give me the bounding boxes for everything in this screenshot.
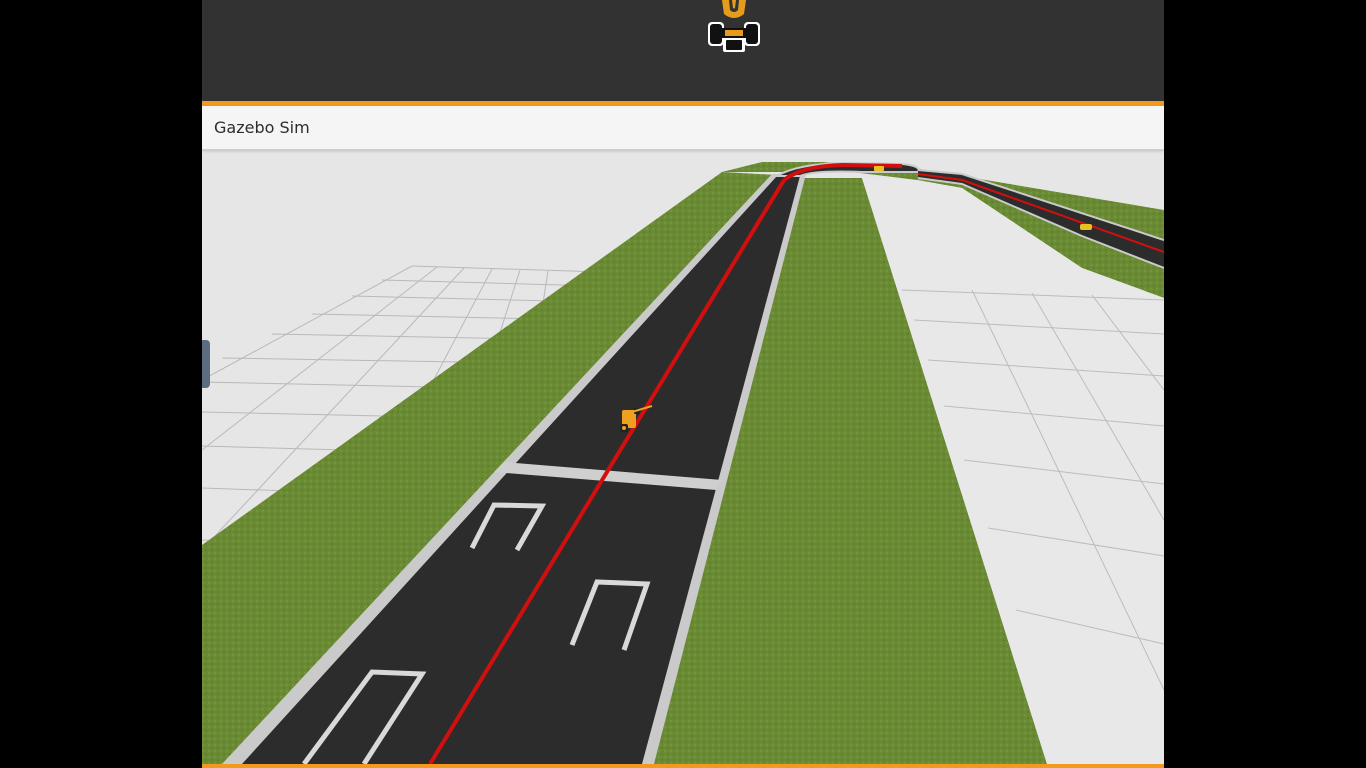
top-header <box>202 0 1164 101</box>
3d-scene-viewport[interactable] <box>202 150 1164 764</box>
window-title: Gazebo Sim <box>214 118 310 137</box>
gazebo-app-window: Gazebo Sim <box>202 0 1164 768</box>
side-panel-handle[interactable] <box>202 340 210 388</box>
scene-canvas[interactable] <box>202 150 1164 764</box>
racecar-logo-icon <box>708 0 760 52</box>
bottom-accent-bar <box>202 764 1164 768</box>
title-bar: Gazebo Sim <box>202 106 1164 150</box>
